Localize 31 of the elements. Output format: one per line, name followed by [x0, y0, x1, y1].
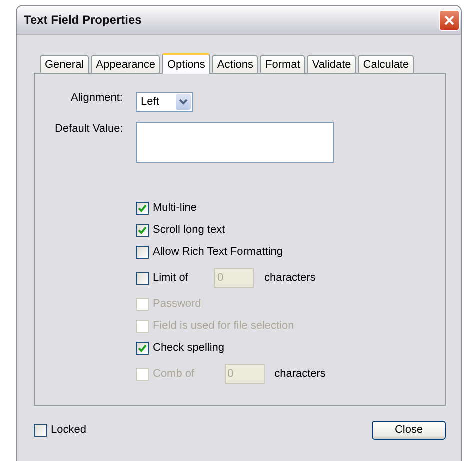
checkbox-label: Password [153, 298, 202, 310]
checkbox-label: Locked [51, 424, 86, 436]
checkbox-label: Comb of [153, 368, 195, 380]
checkbox-label: Check spelling [153, 342, 225, 354]
checkbox[interactable] [136, 246, 149, 258]
checkbox[interactable] [34, 424, 47, 436]
window-title: Text Field Properties [24, 13, 142, 27]
tab[interactable]: Actions [212, 55, 258, 73]
checkbox[interactable] [136, 272, 149, 284]
field-label: Default Value: [55, 123, 123, 135]
checkbox[interactable] [136, 224, 149, 236]
tab[interactable]: Options [162, 53, 210, 74]
alignment-dropdown[interactable]: Left [136, 92, 193, 112]
checkbox-label: Field is used for file selection [153, 320, 294, 332]
close-icon[interactable] [439, 10, 460, 30]
checkbox-label: Scroll long text [153, 224, 226, 236]
checkbox-label: Multi-line [153, 202, 198, 214]
tab[interactable]: Appearance [91, 55, 160, 73]
checkbox[interactable] [136, 202, 149, 214]
input-field[interactable] [136, 122, 334, 163]
close-button[interactable]: Close [372, 420, 446, 440]
checkbox-label: Limit of [153, 272, 188, 284]
characters-label: characters [264, 272, 316, 284]
field-label: Alignment: [70, 92, 123, 104]
checkbox-label: Allow Rich Text Formatting [153, 246, 284, 258]
tab[interactable]: General [40, 55, 90, 73]
checkbox[interactable] [136, 342, 149, 354]
tab[interactable]: Format [260, 55, 306, 73]
characters-label: characters [274, 368, 326, 380]
tab[interactable]: Validate [307, 55, 356, 73]
tab[interactable]: Calculate [358, 55, 414, 73]
